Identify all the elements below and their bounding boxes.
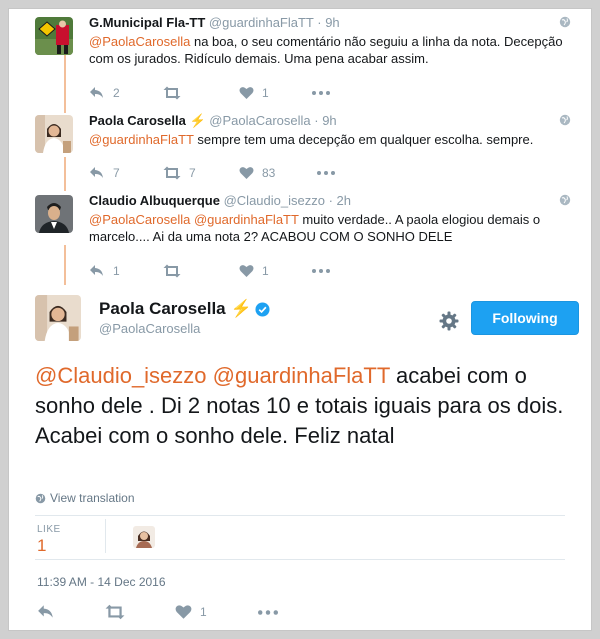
tweet-body: sempre tem uma decepção em qualquer esco… [193, 132, 534, 147]
tweet-actions: 7 7 83 [89, 163, 377, 183]
tweet-actions: 2 1 [89, 83, 372, 103]
user-handle[interactable]: @PaolaCarosella [99, 321, 200, 336]
mention-link[interactable]: @guardinhaFlaTT [89, 132, 194, 147]
view-translation-label[interactable]: View translation [50, 491, 135, 505]
user-handle[interactable]: @PaolaCarosella [209, 113, 310, 128]
like-button[interactable]: 83 [239, 166, 275, 180]
tweet-text: @Claudio_isezzo @guardinhaFlaTT acabei c… [35, 361, 571, 451]
retweet-count: 7 [189, 166, 196, 180]
like-button[interactable]: 1 [239, 86, 270, 100]
globe-icon [35, 493, 46, 503]
reply-button[interactable]: 7 [89, 166, 121, 180]
globe-icon [559, 114, 571, 126]
retweet-button[interactable] [163, 264, 197, 278]
user-name[interactable]: Paola Carosella ⚡ [99, 299, 270, 319]
retweet-icon [163, 166, 181, 180]
like-count: 83 [262, 166, 276, 180]
tweet-header: G.Municipal Fla-TT @guardinhaFlaTT · 9h [89, 15, 340, 31]
tweet-header: Paola Carosella ⚡ @PaolaCarosella · 9h [89, 113, 337, 129]
globe-icon [559, 16, 571, 28]
tweet-time[interactable]: · 2h [329, 193, 351, 208]
like-count: 1 [200, 605, 207, 619]
user-name-text[interactable]: Paola Carosella [99, 299, 226, 319]
tweet-actions: 1 1 [89, 261, 372, 281]
avatar[interactable] [35, 115, 73, 153]
lightning-icon: ⚡ [230, 299, 252, 318]
following-button[interactable]: Following [471, 301, 579, 335]
tweet-text: @PaolaCarosella @guardinhaFlaTT muito ve… [89, 211, 569, 245]
reply-count: 7 [113, 166, 120, 180]
avatar[interactable] [35, 17, 73, 55]
retweet-icon [105, 604, 125, 620]
retweet-button[interactable] [163, 86, 197, 100]
more-button[interactable] [312, 269, 330, 273]
tweet-thread: G.Municipal Fla-TT @guardinhaFlaTT · 9h … [8, 8, 592, 631]
tweet-text: @guardinhaFlaTT sempre tem uma decepção … [89, 131, 569, 148]
globe-icon [559, 194, 571, 206]
divider [35, 515, 565, 516]
user-handle[interactable]: @guardinhaFlaTT [209, 15, 314, 30]
tweet-timestamp[interactable]: 11:39 AM - 14 Dec 2016 [37, 575, 166, 589]
more-icon [317, 171, 336, 175]
reply-button[interactable] [37, 604, 55, 620]
mention-link[interactable]: @Claudio_isezzo @guardinhaFlaTT [35, 363, 390, 388]
reply-button[interactable]: 1 [89, 264, 121, 278]
retweet-icon [163, 86, 181, 100]
tweet-actions: 1 [37, 601, 328, 623]
more-button[interactable] [258, 609, 278, 615]
heart-icon [175, 605, 192, 619]
more-button[interactable] [317, 171, 336, 175]
reply-tweet[interactable]: Claudio Albuquerque @Claudio_isezzo · 2h… [29, 193, 571, 283]
divider [105, 519, 106, 553]
reply-icon [90, 167, 103, 178]
tweet-text: @PaolaCarosella na boa, o seu comentário… [89, 33, 569, 67]
like-button[interactable]: 1 [175, 604, 208, 620]
likes-count[interactable]: 1 [37, 536, 46, 556]
view-translation-link[interactable]: View translation [35, 491, 135, 505]
avatar[interactable] [35, 195, 73, 233]
reply-icon [38, 605, 53, 618]
tweet-time[interactable]: · 9h [317, 15, 339, 30]
tweet-time[interactable]: · 9h [314, 113, 336, 128]
reply-count: 2 [113, 86, 120, 100]
gear-icon[interactable] [439, 311, 459, 331]
reply-icon [90, 87, 103, 98]
verified-icon [255, 301, 270, 317]
user-name[interactable]: G.Municipal Fla-TT [89, 15, 205, 30]
like-count: 1 [262, 86, 269, 100]
heart-icon [239, 265, 254, 277]
reply-tweet[interactable]: Paola Carosella ⚡ @PaolaCarosella · 9h @… [29, 113, 571, 193]
reply-icon [90, 265, 103, 276]
reply-button[interactable]: 2 [89, 86, 121, 100]
likes-label: LIKE [37, 524, 61, 535]
more-icon [312, 269, 330, 273]
more-icon [312, 91, 330, 95]
tweet-header: Claudio Albuquerque @Claudio_isezzo · 2h [89, 193, 351, 209]
user-handle[interactable]: @Claudio_isezzo [224, 193, 325, 208]
heart-icon [239, 167, 254, 179]
heart-icon [239, 87, 254, 99]
retweet-button[interactable] [105, 604, 125, 620]
user-name[interactable]: Claudio Albuquerque [89, 193, 220, 208]
divider [35, 559, 565, 560]
more-icon [258, 609, 278, 615]
retweet-button[interactable]: 7 [163, 166, 197, 180]
like-count: 1 [262, 264, 269, 278]
liker-avatar[interactable] [133, 526, 155, 548]
lightning-icon: ⚡ [189, 113, 206, 128]
reply-count: 1 [113, 264, 120, 278]
mention-link[interactable]: @PaolaCarosella [89, 34, 190, 49]
retweet-icon [163, 264, 181, 278]
like-button[interactable]: 1 [239, 264, 270, 278]
more-button[interactable] [312, 91, 330, 95]
avatar[interactable] [35, 295, 81, 341]
reply-tweet[interactable]: G.Municipal Fla-TT @guardinhaFlaTT · 9h … [29, 15, 571, 105]
mention-link[interactable]: @PaolaCarosella @guardinhaFlaTT [89, 212, 299, 227]
user-name[interactable]: Paola Carosella [89, 113, 186, 128]
